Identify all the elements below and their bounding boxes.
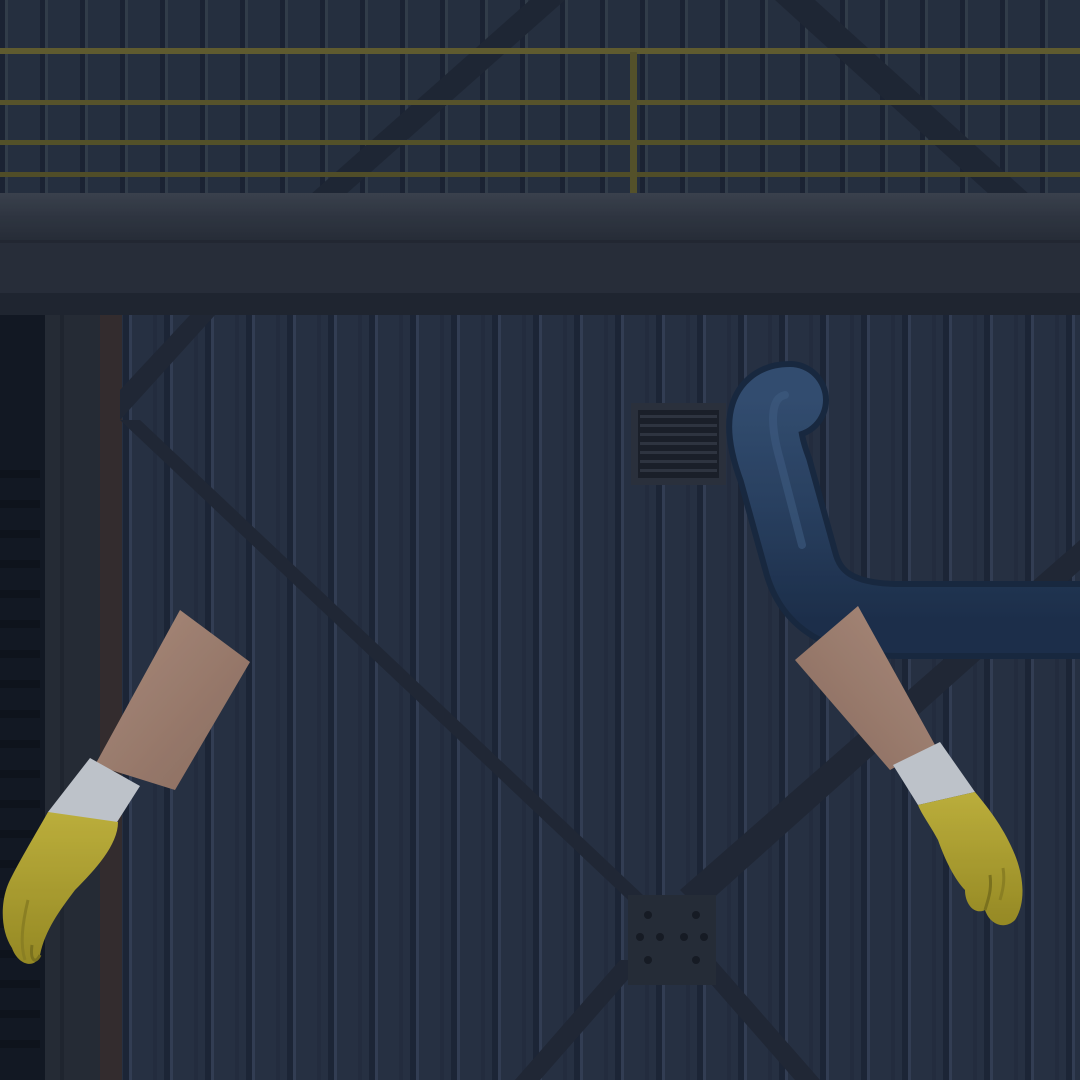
- night-overlay: [0, 0, 1080, 1080]
- game-scene: [0, 0, 1080, 1080]
